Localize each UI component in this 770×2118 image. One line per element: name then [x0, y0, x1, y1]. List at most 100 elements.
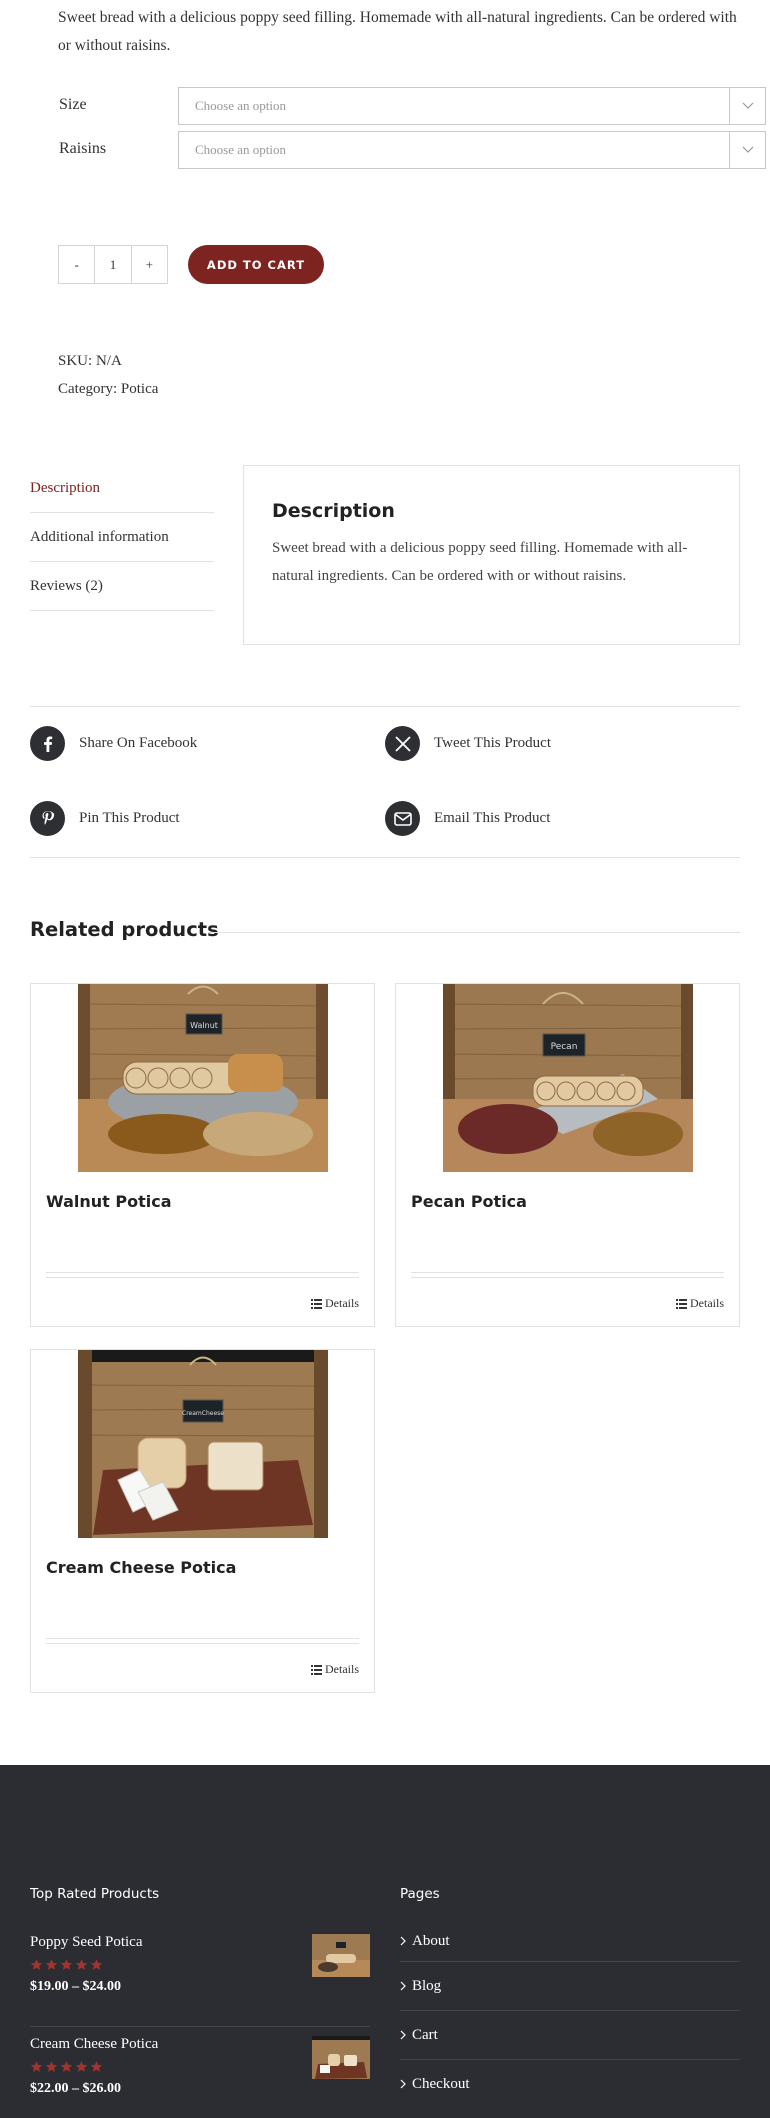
share-facebook-label: Share On Facebook [79, 735, 198, 751]
top-rated-price: $22.00 – $26.00 [30, 2081, 121, 2096]
footer-link-label: About [412, 1932, 450, 1949]
divider [30, 2026, 370, 2027]
share-pinterest-link[interactable]: Pin This Product [30, 801, 180, 836]
raisins-select-placeholder: Choose an option [195, 142, 286, 157]
divider [208, 932, 740, 933]
chevron-down-icon [729, 88, 765, 124]
share-twitter-label: Tweet This Product [434, 735, 551, 751]
x-twitter-icon [385, 726, 420, 761]
tab-panel-text: Sweet bread with a delicious poppy seed … [272, 540, 688, 584]
star-icon [60, 1959, 73, 1970]
share-twitter-link[interactable]: Tweet This Product [385, 726, 551, 761]
sku-value: N/A [95, 353, 122, 369]
share-pinterest-label: Pin This Product [79, 810, 180, 826]
divider [411, 1277, 724, 1278]
product-sign-cream-cheese: CreamCheese [182, 1410, 224, 1417]
list-icon [676, 1298, 687, 1309]
product-tabs: Description Additional information Revie… [30, 464, 214, 611]
tab-reviews[interactable]: Reviews (2) [30, 562, 214, 611]
star-icon [30, 2061, 43, 2072]
product-name-walnut[interactable]: Walnut Potica [46, 1192, 172, 1211]
envelope-icon [385, 801, 420, 836]
footer-link-about[interactable]: About [400, 1921, 740, 1961]
product-sku: SKU: N/A [58, 353, 122, 370]
pinterest-icon [30, 801, 65, 836]
site-footer: Top Rated Products Poppy Seed Potica $19… [0, 1765, 770, 2118]
footer-link-checkout[interactable]: Checkout [400, 2060, 740, 2108]
sku-label: SKU: [58, 353, 93, 369]
chevron-right-icon [400, 1936, 406, 1946]
divider [30, 706, 740, 707]
size-select-placeholder: Choose an option [195, 98, 286, 113]
product-sign-pecan: Pecan [551, 1042, 578, 1052]
divider [46, 1643, 359, 1644]
list-icon [311, 1298, 322, 1309]
product-name-pecan[interactable]: Pecan Potica [411, 1192, 527, 1211]
star-icon [75, 1959, 88, 1970]
top-rated-item: Poppy Seed Potica $19.00 – $24.00 [30, 1934, 370, 2029]
quantity-input[interactable]: 1 [94, 246, 132, 283]
related-products-title: Related products [30, 918, 219, 941]
star-icon [90, 1959, 103, 1970]
chevron-right-icon [400, 1981, 406, 1991]
footer-link-blog[interactable]: Blog [400, 1962, 740, 2010]
divider [46, 1272, 359, 1273]
product-category: Category: Potica [58, 381, 158, 398]
details-label: Details [690, 1296, 724, 1310]
star-icon [60, 2061, 73, 2072]
quantity-stepper: - 1 + [58, 245, 168, 284]
size-label: Size [59, 96, 87, 113]
chevron-right-icon [400, 2079, 406, 2089]
product-short-description: Sweet bread with a delicious poppy seed … [58, 9, 737, 54]
top-rated-price: $19.00 – $24.00 [30, 1979, 121, 1994]
size-select[interactable]: Choose an option [178, 87, 766, 125]
tab-description[interactable]: Description [30, 464, 214, 513]
pages-menu: About Blog Cart Checkout [400, 1921, 740, 2108]
product-card-cream-cheese[interactable]: CreamCheese Cream Cheese Potica Details [30, 1349, 375, 1693]
top-rated-item: Cream Cheese Potica $22.00 – $26.00 [30, 2036, 370, 2116]
product-image-walnut[interactable]: Walnut [78, 984, 328, 1172]
tab-panel-description: Description Sweet bread with a delicious… [243, 465, 740, 645]
footer-link-cart[interactable]: Cart [400, 2011, 740, 2059]
divider [46, 1638, 359, 1639]
share-facebook-link[interactable]: Share On Facebook [30, 726, 197, 761]
facebook-icon [30, 726, 65, 761]
top-rated-products-title: Top Rated Products [30, 1886, 160, 1902]
chevron-right-icon [400, 2030, 406, 2040]
details-link-walnut[interactable]: Details [311, 1296, 359, 1311]
divider [46, 1277, 359, 1278]
pages-title: Pages [400, 1886, 440, 1902]
divider [30, 857, 740, 858]
raisins-label: Raisins [59, 140, 107, 157]
star-icon [45, 1959, 58, 1970]
footer-link-label: Checkout [412, 2075, 470, 2092]
star-icon [30, 1959, 43, 1970]
top-rated-thumbnail[interactable] [312, 1934, 370, 1977]
list-icon [311, 1664, 322, 1675]
tab-panel-title: Description [272, 500, 395, 522]
top-rated-thumbnail[interactable] [312, 2036, 370, 2079]
tab-additional-information[interactable]: Additional information [30, 513, 214, 562]
star-icon [45, 2061, 58, 2072]
product-sign-walnut: Walnut [190, 1021, 218, 1030]
details-label: Details [325, 1296, 359, 1310]
share-email-link[interactable]: Email This Product [385, 801, 550, 836]
product-card-walnut[interactable]: Walnut Walnut Potica Details [30, 983, 375, 1327]
product-image-cream-cheese[interactable]: CreamCheese [78, 1350, 328, 1538]
add-to-cart-button[interactable]: ADD TO CART [188, 245, 324, 284]
details-link-pecan[interactable]: Details [676, 1296, 724, 1311]
details-link-cream-cheese[interactable]: Details [311, 1662, 359, 1677]
product-image-pecan[interactable]: Pecan [443, 984, 693, 1172]
quantity-decrease-button[interactable]: - [59, 246, 94, 283]
footer-link-label: Cart [412, 2026, 438, 2043]
star-icon [75, 2061, 88, 2072]
category-link[interactable]: Potica [121, 381, 159, 397]
divider [411, 1272, 724, 1273]
quantity-increase-button[interactable]: + [132, 246, 167, 283]
product-name-cream-cheese[interactable]: Cream Cheese Potica [46, 1558, 236, 1577]
share-email-label: Email This Product [434, 810, 551, 826]
footer-link-label: Blog [412, 1977, 442, 1994]
chevron-down-icon [729, 132, 765, 168]
raisins-select[interactable]: Choose an option [178, 131, 766, 169]
product-card-pecan[interactable]: Pecan Pecan Potica Details [395, 983, 740, 1327]
